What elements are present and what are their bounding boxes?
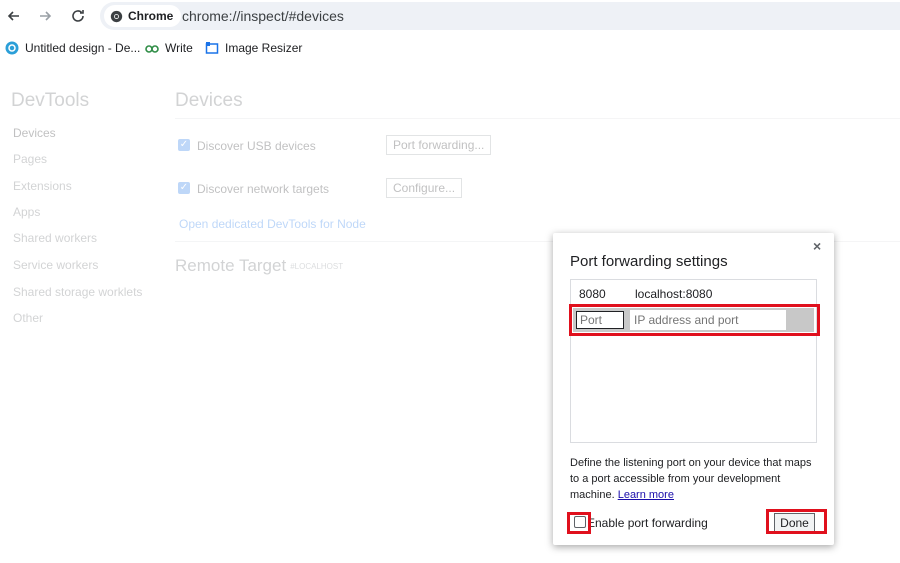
rule-address: localhost:8080 [635,287,713,301]
learn-more-link[interactable]: Learn more [618,489,674,501]
arrow-left-icon [7,11,19,21]
highlight-new-rule [569,304,820,336]
remote-target-title: Remote Target [175,256,287,275]
image-resizer-icon [205,41,219,55]
bookmark-label: Untitled design - De... [25,41,141,55]
reload-icon [72,10,84,22]
page-title: Devices [175,90,243,111]
usb-label: Discover USB devices [197,139,316,153]
sidebar-item-shared-workers[interactable]: Shared workers [13,231,97,245]
highlight-done-button [766,509,827,534]
port-forwarding-button[interactable]: Port forwarding... [386,135,492,155]
usb-checkbox[interactable]: ✓ [178,139,190,151]
reload-button[interactable] [66,4,90,28]
sidebar-item-other[interactable]: Other [13,311,43,325]
network-label: Discover network targets [197,182,330,196]
node-devtools-link[interactable]: Open dedicated DevTools for Node [179,217,366,231]
bookmark-label: Image Resizer [225,41,303,55]
sidebar-item-devices[interactable]: Devices [13,126,56,140]
sidebar-item-pages[interactable]: Pages [13,152,47,166]
site-chip[interactable]: Chrome [104,5,182,27]
forward-button[interactable] [33,4,57,28]
canva-icon [5,41,19,55]
rule-port: 8080 [579,287,606,301]
address-bar[interactable]: Chrome chrome://inspect/#devices [100,2,900,30]
divider [175,118,900,119]
enable-port-forwarding-label: Enable port forwarding [587,516,708,530]
sidebar-item-service-workers[interactable]: Service workers [13,258,98,272]
chrome-icon [110,10,123,22]
arrow-right-icon [40,11,52,21]
network-checkbox[interactable]: ✓ [178,182,190,194]
bookmark-item[interactable]: Untitled design - De... [5,41,140,55]
description-text: Define the listening port on your device… [570,457,812,501]
back-button[interactable] [2,4,26,28]
bookmarks-bar: Untitled design - De... Write Image Resi… [0,36,900,62]
sidebar-item-extensions[interactable]: Extensions [13,179,72,193]
dialog-description: Define the listening port on your device… [570,455,820,503]
bookmark-item[interactable]: Image Resizer [205,41,302,55]
remote-target-subtitle: #LOCALHOST [290,262,344,272]
bookmark-label: Write [165,41,193,55]
url-text[interactable]: chrome://inspect/#devices [182,8,344,24]
sidebar-item-apps[interactable]: Apps [13,205,40,219]
sidebar-title: DevTools [11,90,90,111]
dialog-title: Port forwarding settings [570,253,728,270]
bookmark-item[interactable]: Write [145,41,193,55]
close-icon[interactable]: × [813,238,821,254]
port-forwarding-dialog: × Port forwarding settings 8080 localhos… [553,233,834,545]
remote-target-heading: Remote Target #LOCALHOST [175,256,343,276]
configure-button[interactable]: Configure... [386,178,463,198]
geeksforgeeks-icon [145,41,159,55]
highlight-enable-checkbox [567,512,591,534]
browser-toolbar: Chrome chrome://inspect/#devices [0,0,900,32]
site-chip-label: Chrome [128,9,174,23]
sidebar-item-shared-storage-worklets[interactable]: Shared storage worklets [13,285,142,299]
